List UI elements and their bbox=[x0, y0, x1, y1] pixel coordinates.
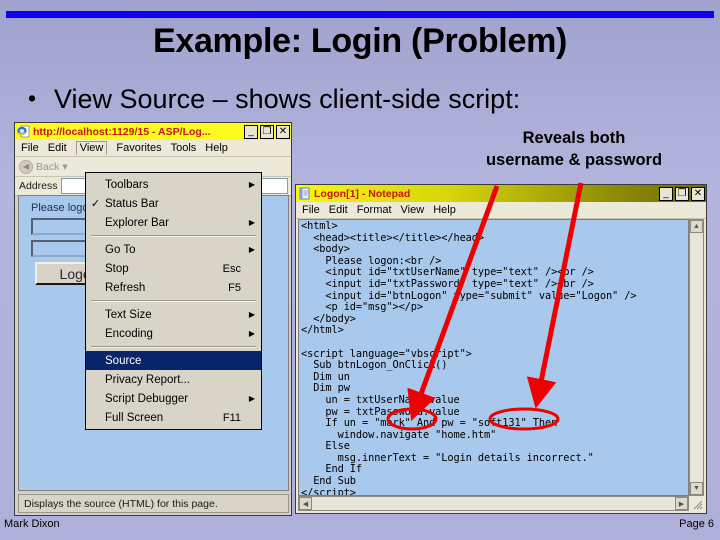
address-label: Address bbox=[19, 180, 58, 192]
submenu-arrow-icon: ▶ bbox=[248, 245, 255, 254]
submenu-arrow-icon: ▶ bbox=[248, 180, 255, 189]
menu-favorites[interactable]: Favorites bbox=[116, 142, 161, 154]
menu-item-shortcut: Esc bbox=[222, 262, 241, 275]
chevron-down-icon[interactable]: ▾ bbox=[62, 161, 67, 173]
menu-tools[interactable]: Tools bbox=[171, 142, 197, 154]
resize-grip-icon[interactable] bbox=[690, 497, 704, 511]
back-button[interactable]: ◀ Back ▾ bbox=[19, 159, 68, 174]
slide-accent-rule bbox=[6, 11, 714, 18]
callout-line-2: username & password bbox=[485, 150, 663, 169]
notepad-window: Logon[1] - Notepad _ ❐ ✕ File Edit Forma… bbox=[295, 184, 707, 514]
menu-item-source[interactable]: Source bbox=[86, 351, 261, 370]
menu-item-label: Toolbars bbox=[105, 178, 149, 191]
notepad-title-text: Logon[1] - Notepad bbox=[314, 187, 411, 200]
menu-item-privacy-report[interactable]: Privacy Report... bbox=[86, 370, 261, 389]
menu-item-label: Explorer Bar bbox=[105, 216, 169, 229]
menu-view[interactable]: View bbox=[75, 141, 108, 155]
notepad-vertical-scrollbar[interactable]: ▲ ▼ bbox=[689, 219, 704, 496]
menu-item-label: Text Size bbox=[105, 308, 152, 321]
menu-item-explorer-bar[interactable]: Explorer Bar ▶ bbox=[86, 213, 261, 232]
browser-titlebar[interactable]: http://localhost:1129/15 - ASP/Log... _ … bbox=[15, 123, 291, 140]
menu-item-shortcut: F11 bbox=[222, 411, 241, 424]
menu-help[interactable]: Help bbox=[205, 142, 228, 154]
menu-item-label: Privacy Report... bbox=[105, 373, 190, 386]
menu-item-refresh[interactable]: Refresh F5 bbox=[86, 278, 261, 297]
menu-item-full-screen[interactable]: Full Screen F11 bbox=[86, 408, 261, 427]
check-icon: ✓ bbox=[90, 198, 101, 210]
menu-item-text-size[interactable]: Text Size ▶ bbox=[86, 305, 261, 324]
menu-separator bbox=[91, 346, 256, 348]
menu-view[interactable]: View bbox=[401, 204, 425, 216]
browser-title-text: http://localhost:1129/15 - ASP/Log... bbox=[33, 125, 211, 138]
notepad-icon bbox=[298, 187, 311, 200]
menu-item-label: Refresh bbox=[105, 281, 146, 294]
menu-item-label: Full Screen bbox=[105, 411, 164, 424]
menu-item-stop[interactable]: Stop Esc bbox=[86, 259, 261, 278]
close-icon[interactable]: ✕ bbox=[276, 124, 290, 139]
menu-help[interactable]: Help bbox=[433, 204, 456, 216]
menu-item-go-to[interactable]: Go To ▶ bbox=[86, 240, 261, 259]
bullet-text: View Source – shows client-side script: bbox=[54, 84, 521, 114]
scroll-right-icon[interactable]: ▶ bbox=[675, 497, 688, 510]
menu-item-encoding[interactable]: Encoding ▶ bbox=[86, 324, 261, 343]
browser-window-controls: _ ❐ ✕ bbox=[244, 124, 290, 139]
scroll-left-icon[interactable]: ◀ bbox=[299, 497, 312, 510]
bullet-line: • View Source – shows client-side script: bbox=[28, 84, 698, 115]
menu-separator bbox=[91, 235, 256, 237]
menu-edit[interactable]: Edit bbox=[48, 142, 67, 154]
submenu-arrow-icon: ▶ bbox=[248, 394, 255, 403]
notepad-menubar: File Edit Format View Help bbox=[296, 202, 706, 219]
page-title: Example: Login (Problem) bbox=[152, 22, 568, 60]
submenu-arrow-icon: ▶ bbox=[248, 310, 255, 319]
minimize-icon[interactable]: _ bbox=[659, 186, 673, 201]
menu-item-label: Stop bbox=[105, 262, 129, 275]
menu-separator bbox=[91, 300, 256, 302]
menu-item-label: Script Debugger bbox=[105, 392, 189, 405]
menu-item-label: Status Bar bbox=[105, 197, 159, 210]
submenu-arrow-icon: ▶ bbox=[248, 329, 255, 338]
menu-item-shortcut: F5 bbox=[228, 281, 241, 294]
menu-item-label: Source bbox=[105, 354, 142, 367]
menu-file[interactable]: File bbox=[302, 204, 320, 216]
menu-item-label: Encoding bbox=[105, 327, 153, 340]
back-arrow-icon: ◀ bbox=[19, 159, 33, 174]
menu-item-toolbars[interactable]: Toolbars ▶ bbox=[86, 175, 261, 194]
scroll-up-icon[interactable]: ▲ bbox=[690, 220, 703, 233]
menu-file[interactable]: File bbox=[21, 142, 39, 154]
bullet-marker: • bbox=[28, 85, 37, 111]
footer-author: Mark Dixon bbox=[4, 518, 60, 530]
minimize-icon[interactable]: _ bbox=[244, 124, 258, 139]
source-code-text: <html> <head><title></title></head> <bod… bbox=[301, 220, 637, 496]
back-button-label: Back bbox=[36, 160, 60, 173]
notepad-window-controls: _ ❐ ✕ bbox=[659, 186, 705, 201]
maximize-icon[interactable]: ❐ bbox=[260, 124, 274, 139]
browser-menubar: File Edit View Favorites Tools Help bbox=[15, 140, 291, 157]
footer-page-number: Page 6 bbox=[679, 518, 714, 530]
notepad-horizontal-scrollbar[interactable]: ◀ ▶ bbox=[298, 496, 689, 511]
scroll-down-icon[interactable]: ▼ bbox=[690, 482, 703, 495]
source-code-textarea[interactable]: <html> <head><title></title></head> <bod… bbox=[298, 219, 689, 496]
close-icon[interactable]: ✕ bbox=[691, 186, 705, 201]
internet-explorer-icon bbox=[17, 125, 30, 138]
browser-status-bar: Displays the source (HTML) for this page… bbox=[18, 494, 289, 513]
menu-edit[interactable]: Edit bbox=[329, 204, 348, 216]
menu-item-status-bar[interactable]: ✓ Status Bar bbox=[86, 194, 261, 213]
callout-annotation: Reveals both username & password bbox=[430, 128, 718, 172]
menu-item-script-debugger[interactable]: Script Debugger ▶ bbox=[86, 389, 261, 408]
callout-line-1: Reveals both bbox=[522, 129, 626, 147]
notepad-titlebar[interactable]: Logon[1] - Notepad _ ❐ ✕ bbox=[296, 185, 706, 202]
submenu-arrow-icon: ▶ bbox=[248, 218, 255, 227]
menu-item-label: Go To bbox=[105, 243, 136, 256]
view-dropdown-menu: Toolbars ▶ ✓ Status Bar Explorer Bar ▶ Go To ▶ S… bbox=[85, 172, 262, 430]
menu-format[interactable]: Format bbox=[357, 204, 392, 216]
maximize-icon[interactable]: ❐ bbox=[675, 186, 689, 201]
